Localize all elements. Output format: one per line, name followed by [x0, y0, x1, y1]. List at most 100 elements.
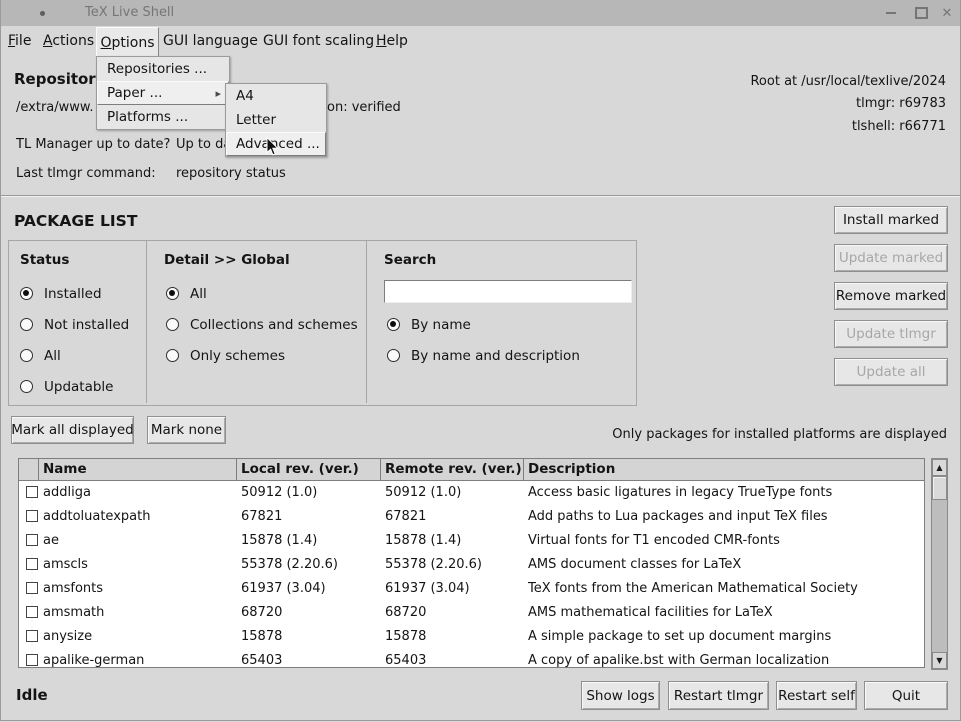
radio-updatable[interactable] — [20, 380, 33, 393]
menu-file[interactable]: File — [8, 33, 31, 49]
radio-installed-label: Installed — [44, 286, 102, 302]
divider — [146, 241, 147, 403]
table-row[interactable]: amscls55378 (2.20.6)55378 (2.20.6)AMS do… — [19, 553, 924, 577]
col-local[interactable]: Local rev. (ver.) — [237, 459, 381, 481]
uptodate-label: TL Manager up to date? — [16, 137, 170, 152]
lastcmd-value: repository status — [176, 166, 286, 181]
radio-by-name-label: By name — [411, 317, 471, 333]
mouse-cursor — [266, 137, 280, 157]
install-marked-button[interactable]: Install marked — [834, 206, 948, 234]
row-checkbox[interactable] — [26, 582, 38, 594]
table-row[interactable]: apalike-german6540365403A copy of apalik… — [19, 649, 924, 668]
radio-updatable-label: Updatable — [44, 379, 113, 395]
radio-installed[interactable] — [20, 287, 33, 300]
show-logs-button[interactable]: Show logs — [581, 681, 660, 710]
minimize-button[interactable] — [878, 0, 904, 26]
radio-by-name-desc-label: By name and description — [411, 348, 580, 364]
radio-by-name[interactable] — [387, 318, 400, 331]
row-checkbox[interactable] — [26, 558, 38, 570]
update-marked-button[interactable]: Update marked — [834, 244, 948, 272]
lastcmd-label: Last tlmgr command: — [16, 166, 156, 181]
package-table: Name Local rev. (ver.) Remote rev. (ver.… — [18, 458, 925, 668]
update-all-button[interactable]: Update all — [834, 358, 948, 386]
table-header: Name Local rev. (ver.) Remote rev. (ver.… — [19, 459, 924, 481]
menu-help[interactable]: Help — [376, 33, 408, 49]
row-checkbox[interactable] — [26, 606, 38, 618]
scroll-up-button[interactable]: ▲ — [932, 459, 947, 476]
row-checkbox[interactable] — [26, 534, 38, 546]
radio-collections-label: Collections and schemes — [190, 317, 358, 333]
options-dropdown-menu: Repositories ... Paper ... ▸ Platforms .… — [96, 56, 230, 130]
radio-all-status-label: All — [44, 348, 61, 364]
divider — [366, 241, 367, 403]
quit-button[interactable]: Quit — [864, 681, 948, 710]
detail-group-label: Detail >> Global — [164, 252, 290, 268]
radio-detail-all-label: All — [190, 286, 207, 302]
menu-item-letter[interactable]: Letter — [226, 108, 326, 132]
mark-all-displayed-button[interactable]: Mark all displayed — [11, 416, 134, 444]
table-row[interactable]: ae15878 (1.4)15878 (1.4)Virtual fonts fo… — [19, 529, 924, 553]
status-text: Idle — [16, 686, 48, 704]
menu-item-paper[interactable]: Paper ... ▸ — [97, 81, 229, 105]
table-row[interactable]: addtoluatexpath6782167821Add paths to Lu… — [19, 505, 924, 529]
tlmgr-revision: tlmgr: r69783 — [856, 96, 946, 111]
update-tlmgr-button[interactable]: Update tlmgr — [834, 320, 948, 348]
radio-only-schemes-label: Only schemes — [190, 348, 285, 364]
scroll-down-icon: ▼ — [936, 656, 942, 665]
radio-only-schemes[interactable] — [166, 349, 179, 362]
window-title: TeX Live Shell — [85, 5, 174, 20]
title-bar: TeX Live Shell ✕ — [0, 0, 961, 27]
scrollbar-thumb[interactable] — [932, 476, 947, 500]
radio-by-name-desc[interactable] — [387, 349, 400, 362]
col-remote[interactable]: Remote rev. (ver.) — [381, 459, 524, 481]
row-checkbox[interactable] — [26, 510, 38, 522]
scroll-down-button[interactable]: ▼ — [932, 652, 947, 669]
menu-bar: File Actions Options GUI language GUI fo… — [0, 26, 961, 56]
vertical-scrollbar[interactable]: ▲ ▼ — [931, 458, 948, 670]
menu-item-a4[interactable]: A4 — [226, 84, 326, 108]
close-icon: ✕ — [942, 6, 953, 21]
remove-marked-button[interactable]: Remove marked — [834, 282, 948, 310]
row-checkbox[interactable] — [26, 630, 38, 642]
menu-item-repositories[interactable]: Repositories ... — [97, 57, 229, 81]
restart-tlmgr-button[interactable]: Restart tlmgr — [668, 681, 769, 710]
table-row[interactable]: addliga50912 (1.0)50912 (1.0)Access basi… — [19, 481, 924, 505]
col-desc[interactable]: Description — [524, 459, 924, 481]
menu-actions[interactable]: Actions — [43, 33, 94, 49]
repository-heading: Repository — [14, 70, 106, 88]
radio-all-status[interactable] — [20, 349, 33, 362]
app-icon — [40, 11, 45, 16]
col-name[interactable]: Name — [39, 459, 237, 481]
scroll-up-icon: ▲ — [936, 463, 942, 472]
table-row[interactable]: anysize1587815878A simple package to set… — [19, 625, 924, 649]
menu-item-platforms[interactable]: Platforms ... — [97, 105, 229, 129]
repository-url-fragment: /extra/www. — [16, 100, 93, 115]
row-checkbox[interactable] — [26, 486, 38, 498]
search-input[interactable] — [384, 280, 632, 303]
status-group-label: Status — [20, 252, 69, 268]
col-mark[interactable] — [19, 459, 39, 481]
radio-not-installed[interactable] — [20, 318, 33, 331]
maximize-button[interactable] — [908, 0, 934, 26]
restart-self-button[interactable]: Restart self — [776, 681, 857, 710]
search-group-label: Search — [384, 252, 436, 268]
row-checkbox[interactable] — [26, 654, 38, 666]
table-row[interactable]: amsmath6872068720AMS mathematical facili… — [19, 601, 924, 625]
mark-none-button[interactable]: Mark none — [147, 416, 226, 444]
radio-detail-all[interactable] — [166, 287, 179, 300]
table-row[interactable]: amsfonts61937 (3.04)61937 (3.04)TeX font… — [19, 577, 924, 601]
tlshell-revision: tlshell: r66771 — [852, 119, 946, 134]
menu-options[interactable]: Options — [96, 27, 159, 58]
submenu-arrow-icon: ▸ — [215, 87, 221, 100]
repository-verification-fragment: on: verified — [327, 100, 401, 115]
horizontal-separator — [0, 195, 961, 197]
menu-gui-font-scaling[interactable]: GUI font scaling — [263, 33, 374, 49]
package-list-heading: PACKAGE LIST — [14, 212, 137, 230]
radio-not-installed-label: Not installed — [44, 317, 129, 333]
platforms-note: Only packages for installed platforms ar… — [612, 427, 947, 442]
close-button[interactable]: ✕ — [934, 0, 960, 26]
minimize-icon — [886, 12, 896, 14]
menu-gui-language[interactable]: GUI language — [163, 33, 258, 49]
root-path: Root at /usr/local/texlive/2024 — [750, 74, 946, 89]
radio-collections[interactable] — [166, 318, 179, 331]
